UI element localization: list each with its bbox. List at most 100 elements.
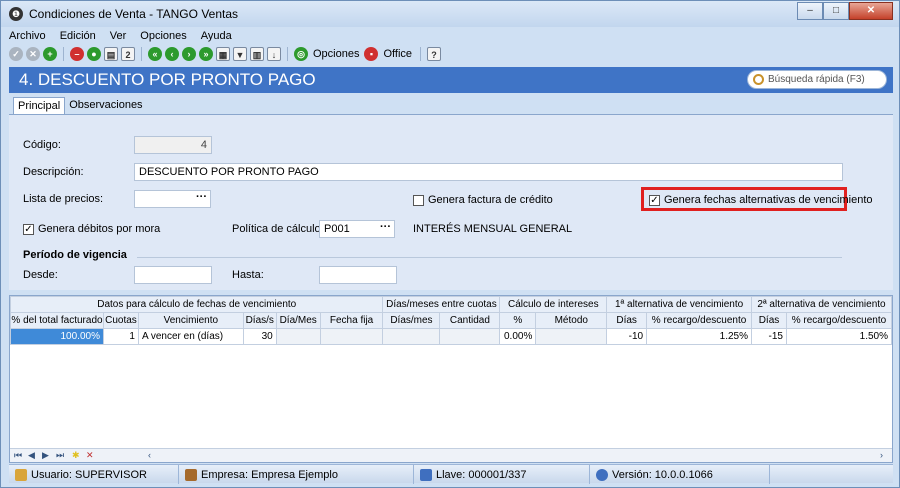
grid-cell[interactable]: A vencer en (días) — [137, 328, 244, 345]
scroll-left-icon[interactable]: ‹ — [148, 450, 151, 460]
grid-cell[interactable]: 1.25% — [646, 328, 753, 345]
descripcion-label: Descripción: — [23, 166, 84, 178]
last-row-icon[interactable]: ⏭ — [56, 450, 64, 461]
table-row[interactable]: 100.00% 1 A vencer en (días) 30 0.00% -1… — [10, 328, 893, 345]
grid-cell[interactable]: -15 — [751, 328, 787, 345]
window-title: Condiciones de Venta - TANGO Ventas — [29, 7, 239, 21]
column-header[interactable]: Fecha fija — [319, 312, 384, 329]
delete-icon[interactable]: – — [70, 47, 84, 61]
quick-search-input[interactable]: Búsqueda rápida (F3) — [747, 70, 887, 89]
sort-icon[interactable]: ↓ — [267, 47, 281, 61]
column-header[interactable]: Vencimiento — [137, 312, 244, 329]
previous-row-icon[interactable]: ◀ — [28, 450, 35, 461]
column-header[interactable]: Cuotas — [102, 312, 139, 329]
add-icon[interactable]: + — [43, 47, 57, 61]
politica-field[interactable]: P001 ··· — [319, 220, 395, 238]
lookup-button[interactable]: ··· — [380, 221, 391, 233]
menu-ver[interactable]: Ver — [110, 30, 127, 44]
help-icon[interactable]: ? — [427, 47, 442, 61]
column-header[interactable]: Días/mes — [382, 312, 441, 329]
grid-column-header: % del total facturado Cuotas Vencimiento… — [10, 312, 893, 329]
grid-cell[interactable]: 30 — [242, 328, 277, 345]
options-icon[interactable]: ◎ — [294, 47, 308, 61]
checkbox-checked-icon: ✓ — [649, 194, 660, 206]
grid-cell[interactable]: 1.50% — [785, 328, 893, 345]
column-header[interactable]: % del total facturado — [10, 312, 104, 329]
maximize-button[interactable]: □ — [823, 2, 849, 20]
genera-factura-label: Genera factura de crédito — [428, 194, 553, 206]
column-header[interactable]: % recargo/descuento — [785, 312, 893, 329]
tab-observaciones[interactable]: Observaciones — [65, 97, 146, 114]
menu-edicion[interactable]: Edición — [60, 30, 96, 44]
column-header[interactable]: % recargo/descuento — [646, 312, 753, 329]
grid-cell[interactable] — [319, 328, 384, 345]
column-header[interactable]: Método — [535, 312, 608, 329]
column-header[interactable]: Días — [606, 312, 648, 329]
toolbar-separator — [141, 47, 142, 61]
hasta-field[interactable] — [319, 266, 397, 284]
check-icon[interactable]: ✓ — [9, 47, 23, 61]
column-header[interactable]: Días/s — [242, 312, 277, 329]
app-window: ❶ Condiciones de Venta - TANGO Ventas – … — [0, 0, 900, 488]
grid-group-header: Datos para cálculo de fechas de vencimie… — [9, 296, 892, 313]
status-version-text: Versión: 10.0.0.1066 — [612, 468, 713, 481]
column-header[interactable]: Cantidad — [439, 312, 501, 329]
columns-icon[interactable]: ▥ — [250, 47, 264, 61]
periodo-section-title: Período de vigencia — [23, 249, 127, 261]
grid-cell[interactable] — [382, 328, 441, 345]
column-header[interactable]: Día/Mes — [275, 312, 321, 329]
previous-record-icon[interactable]: ‹ — [165, 47, 179, 61]
desde-field[interactable] — [134, 266, 212, 284]
office-icon[interactable]: ▪ — [364, 47, 379, 61]
view-icon[interactable]: ▦ — [216, 47, 230, 61]
opciones-dropdown[interactable]: Opciones — [313, 48, 359, 60]
scroll-right-icon[interactable]: › — [880, 450, 883, 460]
cancel-icon[interactable]: ✕ — [26, 47, 40, 61]
column-header[interactable]: Días — [751, 312, 787, 329]
status-user: Usuario: SUPERVISOR — [9, 465, 179, 484]
descripcion-field[interactable]: DESCUENTO POR PRONTO PAGO — [134, 163, 843, 181]
status-company-text: Empresa: Empresa Ejemplo — [201, 468, 338, 481]
checkbox-checked-icon: ✓ — [23, 223, 34, 235]
next-row-icon[interactable]: ▶ — [42, 450, 49, 461]
print-icon[interactable]: ▤ — [104, 47, 118, 61]
grid-cell[interactable]: -10 — [606, 328, 648, 345]
lista-precios-field[interactable]: ··· — [134, 190, 211, 208]
lookup-button[interactable]: ··· — [196, 191, 207, 203]
tab-principal[interactable]: Principal — [13, 97, 66, 114]
next-record-icon[interactable]: › — [182, 47, 196, 61]
installments-grid: Datos para cálculo de fechas de vencimie… — [9, 295, 893, 463]
menu-archivo[interactable]: Archivo — [9, 30, 46, 44]
menu-bar: Archivo Edición Ver Opciones Ayuda — [9, 30, 232, 44]
column-header[interactable]: % — [499, 312, 537, 329]
genera-factura-checkbox[interactable]: Genera factura de crédito — [413, 194, 553, 206]
genera-fechas-checkbox[interactable]: ✓ Genera fechas alternativas de vencimie… — [649, 194, 873, 206]
insert-row-icon[interactable]: ✱ — [72, 450, 80, 461]
grid-cell[interactable] — [535, 328, 608, 345]
grid-cell[interactable] — [439, 328, 501, 345]
document-icon[interactable]: 2 — [121, 47, 135, 61]
title-bar[interactable]: ❶ Condiciones de Venta - TANGO Ventas – … — [1, 1, 899, 27]
genera-debitos-checkbox[interactable]: ✓ Genera débitos por mora — [23, 223, 160, 235]
office-dropdown[interactable]: Office — [383, 48, 412, 60]
minimize-button[interactable]: – — [797, 2, 823, 20]
first-record-icon[interactable]: « — [148, 47, 162, 61]
status-bar: Usuario: SUPERVISOR Empresa: Empresa Eje… — [9, 464, 893, 484]
filter-icon[interactable]: ▼ — [233, 47, 247, 61]
group-header: Días/meses entre cuotas — [382, 296, 501, 313]
delete-row-icon[interactable]: ✕ — [86, 450, 94, 461]
toolbar-separator — [63, 47, 64, 61]
close-button[interactable]: ✕ — [849, 2, 893, 20]
grid-cell[interactable]: 1 — [102, 328, 139, 345]
key-icon — [420, 468, 432, 481]
status-version: Versión: 10.0.0.1066 — [590, 465, 770, 484]
first-row-icon[interactable]: ⏮ — [14, 450, 22, 461]
menu-opciones[interactable]: Opciones — [140, 30, 186, 44]
main-form: Código: 4 Descripción: DESCUENTO POR PRO… — [9, 114, 893, 290]
menu-ayuda[interactable]: Ayuda — [201, 30, 232, 44]
grid-cell[interactable]: 100.00% — [10, 328, 104, 345]
grid-cell[interactable]: 0.00% — [499, 328, 537, 345]
last-record-icon[interactable]: » — [199, 47, 213, 61]
grid-cell[interactable] — [275, 328, 321, 345]
copy-icon[interactable]: ● — [87, 47, 101, 61]
